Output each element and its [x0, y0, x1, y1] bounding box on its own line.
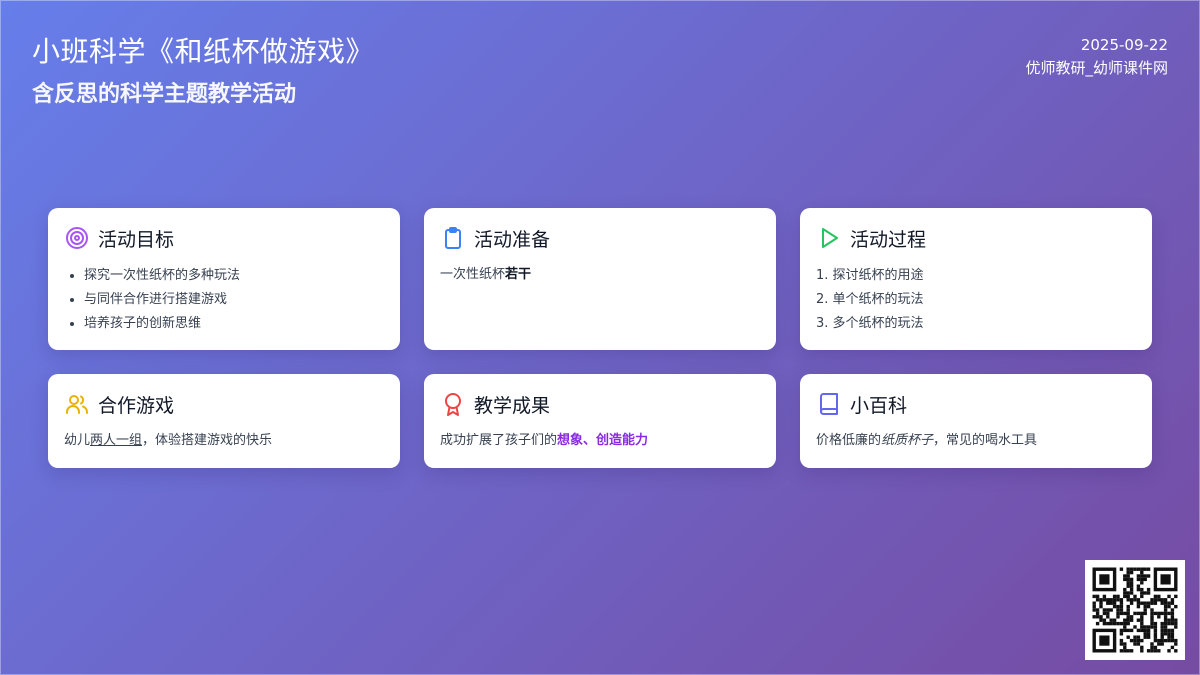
wiki-text-after: ，常见的喝水工具 — [933, 433, 1038, 448]
list-item: 1. 探讨纸杯的用途 — [816, 268, 924, 283]
goals-list: 探究一次性纸杯的多种玩法 与同伴合作进行搭建游戏 培养孩子的创新思维 — [64, 264, 384, 336]
card-title: 活动过程 — [850, 228, 927, 251]
card-activity-goals: 活动目标 探究一次性纸杯的多种玩法 与同伴合作进行搭建游戏 培养孩子的创新思维 — [48, 208, 400, 350]
play-icon — [816, 225, 842, 251]
wiki-text-italic: 纸质杯子 — [881, 433, 934, 448]
list-item: 2. 单个纸杯的玩法 — [816, 292, 924, 307]
results-text-before: 成功扩展了孩子们的 — [440, 433, 558, 448]
list-item: 3. 多个纸杯的玩法 — [816, 316, 924, 331]
coop-text: 幼儿两人一组，体验搭建游戏的快乐 — [64, 430, 384, 452]
results-text: 成功扩展了孩子们的想象、创造能力 — [440, 430, 760, 452]
prep-text-plain: 一次性纸杯 — [440, 267, 506, 282]
target-icon — [64, 225, 90, 251]
date-label: 2025-09-22 — [1080, 36, 1168, 54]
card-header: 教学成果 — [440, 390, 760, 418]
card-activity-prep: 活动准备 一次性纸杯若干 — [424, 208, 776, 350]
card-header: 活动目标 — [64, 224, 384, 252]
list-item: 培养孩子的创新思维 — [84, 312, 384, 336]
coop-text-underlined: 两人一组 — [90, 433, 143, 448]
card-encyclopedia: 小百科 价格低廉的纸质杯子，常见的喝水工具 — [800, 374, 1152, 468]
coop-text-before: 幼儿 — [64, 433, 91, 448]
users-icon — [64, 391, 90, 417]
qr-code — [1085, 560, 1185, 660]
results-text-highlight: 想象、创造能力 — [557, 433, 649, 448]
card-title: 小百科 — [850, 394, 908, 417]
clipboard-icon — [440, 225, 466, 251]
award-icon — [440, 391, 466, 417]
card-title: 活动准备 — [474, 228, 551, 251]
page-subtitle: 含反思的科学主题教学活动 — [32, 82, 297, 107]
card-title: 合作游戏 — [98, 394, 175, 417]
coop-text-after: ，体验搭建游戏的快乐 — [142, 433, 273, 448]
header-meta: 2025-09-22 优师教研_幼师课件网 — [1025, 34, 1168, 80]
card-header: 活动过程 — [816, 224, 1136, 252]
process-list: 1. 探讨纸杯的用途 2. 单个纸杯的玩法 3. 多个纸杯的玩法 — [816, 264, 1136, 336]
list-item: 与同伴合作进行搭建游戏 — [84, 288, 384, 312]
card-cooperative-game: 合作游戏 幼儿两人一组，体验搭建游戏的快乐 — [48, 374, 400, 468]
card-header: 小百科 — [816, 390, 1136, 418]
prep-text: 一次性纸杯若干 — [440, 264, 760, 286]
source-label: 优师教研_幼师课件网 — [1025, 59, 1168, 77]
card-teaching-results: 教学成果 成功扩展了孩子们的想象、创造能力 — [424, 374, 776, 468]
card-grid: 活动目标 探究一次性纸杯的多种玩法 与同伴合作进行搭建游戏 培养孩子的创新思维 … — [48, 208, 1152, 468]
card-activity-process: 活动过程 1. 探讨纸杯的用途 2. 单个纸杯的玩法 3. 多个纸杯的玩法 — [800, 208, 1152, 350]
card-header: 活动准备 — [440, 224, 760, 252]
qr-code-image — [1092, 567, 1178, 653]
list-item: 探究一次性纸杯的多种玩法 — [84, 264, 384, 288]
prep-text-bold: 若干 — [505, 267, 532, 282]
card-header: 合作游戏 — [64, 390, 384, 418]
wiki-text-before: 价格低廉的 — [816, 433, 882, 448]
wiki-text: 价格低廉的纸质杯子，常见的喝水工具 — [816, 430, 1136, 452]
card-title: 教学成果 — [474, 394, 551, 417]
card-title: 活动目标 — [98, 228, 175, 251]
book-icon — [816, 391, 842, 417]
page-title: 小班科学《和纸杯做游戏》 — [32, 35, 375, 68]
